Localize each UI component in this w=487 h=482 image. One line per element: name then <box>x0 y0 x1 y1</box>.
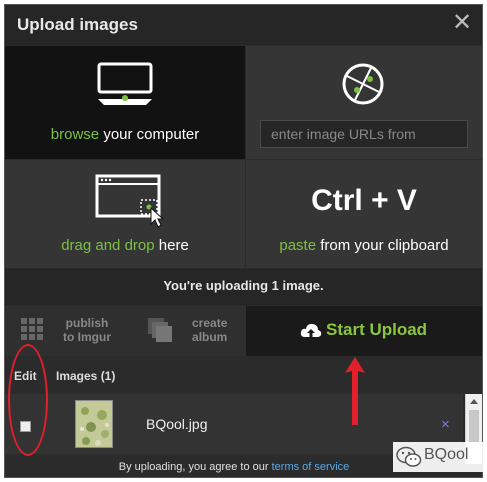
paste-tile: Ctrl + V paste from your clipboard <box>246 160 482 268</box>
paste-label: paste from your clipboard <box>279 237 449 254</box>
monitor-icon <box>97 62 153 105</box>
publish-label: publish to Imgur <box>63 316 111 344</box>
annotation-ellipse <box>8 344 48 456</box>
scrollbar-thumb[interactable] <box>469 410 479 442</box>
remove-image-icon[interactable]: × <box>441 416 450 433</box>
browse-label: browse your computer <box>50 126 200 143</box>
watermark-text: BQool <box>424 446 469 463</box>
paste-shortcut: Ctrl + V <box>311 184 417 217</box>
image-url-input[interactable] <box>260 120 468 148</box>
wechat-icon <box>396 446 422 467</box>
action-bar: publish to Imgur create album Start Upload <box>5 306 482 356</box>
drag-drop-tile[interactable]: drag and drop here <box>5 160 245 268</box>
start-upload-button[interactable]: Start Upload <box>246 306 482 356</box>
drag-drop-window-icon <box>95 174 165 228</box>
upload-status: You're uploading 1 image. <box>5 269 482 305</box>
watermark: BQool <box>393 442 483 472</box>
image-thumbnail <box>75 400 113 448</box>
close-icon[interactable]: ✕ <box>450 11 474 35</box>
terms-of-service-link[interactable]: terms of service <box>272 461 350 473</box>
upload-dialog: Upload images ✕ browse your computer ent… <box>4 4 483 478</box>
title-bar: Upload images ✕ <box>5 5 482 45</box>
image-list-header: Edit Images (1) <box>5 357 482 393</box>
scroll-up-icon[interactable] <box>470 399 478 404</box>
start-upload-label: Start Upload <box>326 320 428 339</box>
stack-icon <box>148 318 172 342</box>
dialog-title: Upload images <box>17 15 138 34</box>
album-label: create album <box>192 316 228 344</box>
create-album-button[interactable]: create album <box>126 306 245 356</box>
image-url-tile <box>246 46 482 159</box>
image-filename: BQool.jpg <box>146 416 208 432</box>
drag-drop-label: drag and drop here <box>61 237 189 254</box>
globe-icon <box>342 63 384 105</box>
annotation-arrow-icon <box>345 357 365 425</box>
images-column-header: Images (1) <box>56 369 116 383</box>
cloud-upload-icon <box>300 323 322 338</box>
browse-computer-tile[interactable]: browse your computer <box>5 46 245 159</box>
grid-icon <box>21 318 43 340</box>
